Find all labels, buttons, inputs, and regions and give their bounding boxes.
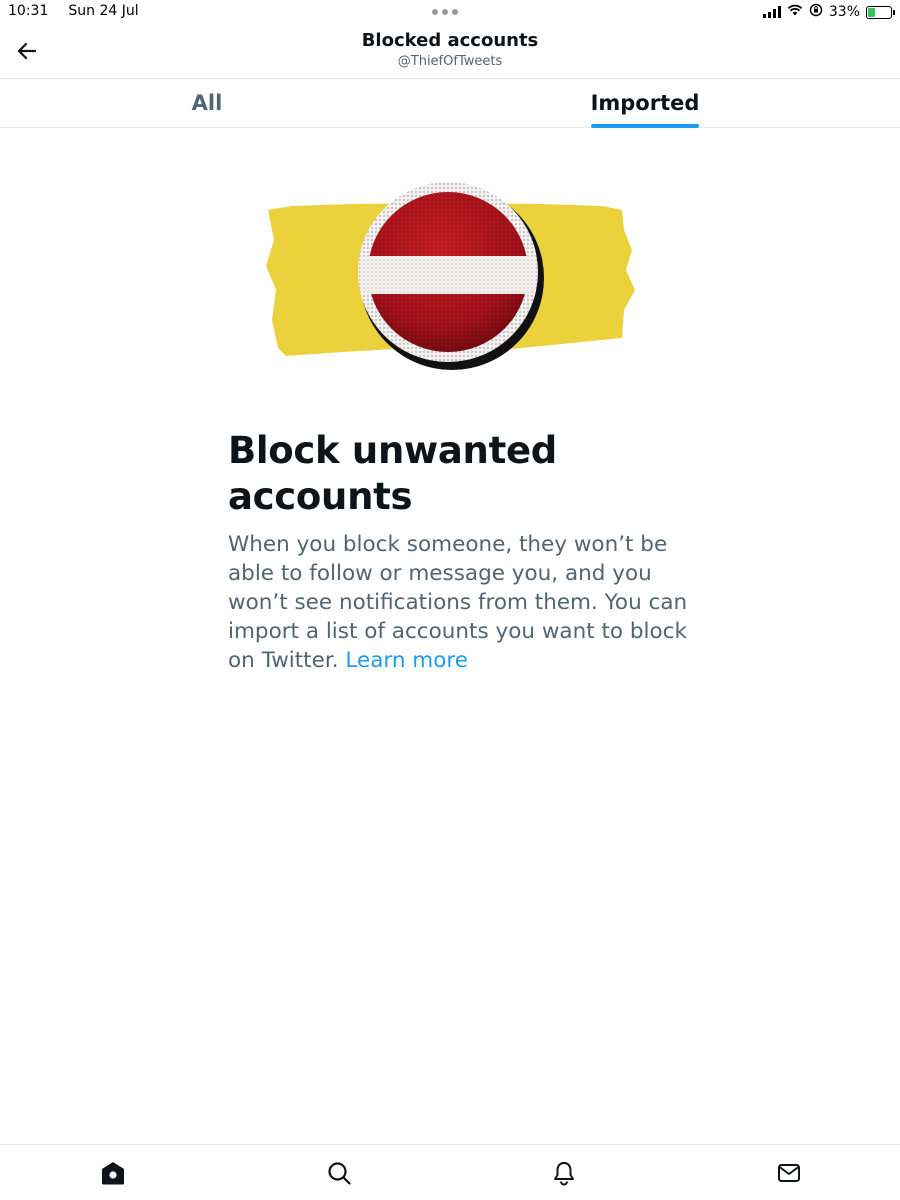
empty-state: Block unwanted accounts When you block s…	[228, 428, 688, 675]
tab-imported[interactable]: Imported	[420, 79, 870, 128]
active-tab-indicator	[590, 124, 700, 128]
nav-home[interactable]	[99, 1159, 127, 1187]
learn-more-link[interactable]: Learn more	[345, 648, 468, 673]
nav-search[interactable]	[325, 1159, 353, 1187]
battery-icon	[866, 5, 895, 19]
status-bar: 10:31 Sun 24 Jul 33%	[0, 0, 900, 24]
notifications-icon	[554, 1162, 574, 1186]
messages-icon	[778, 1164, 800, 1182]
battery-percent: 33%	[828, 4, 860, 20]
tab-all[interactable]: All	[0, 79, 432, 127]
home-icon	[102, 1162, 124, 1185]
nav-messages[interactable]	[775, 1159, 803, 1187]
bottom-nav	[0, 1144, 900, 1200]
page-title: Blocked accounts	[361, 30, 539, 51]
search-icon	[328, 1162, 351, 1185]
status-indicators: 33%	[762, 3, 895, 21]
header: Blocked accounts @ThiefOfTweets	[0, 24, 900, 78]
nav-notifications[interactable]	[550, 1159, 578, 1187]
wifi-icon	[787, 4, 803, 20]
cellular-signal-icon	[762, 6, 781, 18]
multitasking-dots[interactable]	[432, 9, 458, 15]
tab-imported-label: Imported	[590, 91, 700, 115]
status-time: 10:31	[8, 3, 49, 19]
tab-all-label: All	[191, 91, 223, 115]
no-entry-illustration	[262, 170, 642, 385]
status-date: Sun 24 Jul	[68, 3, 139, 19]
status-time-date: 10:31 Sun 24 Jul	[8, 3, 139, 19]
tab-bar: All Imported	[0, 78, 900, 128]
empty-state-headline: Block unwanted accounts	[228, 429, 557, 518]
orientation-lock-icon	[809, 3, 823, 21]
empty-state-description: When you block someone, they won’t be ab…	[228, 530, 688, 675]
account-handle: @ThiefOfTweets	[397, 54, 503, 69]
